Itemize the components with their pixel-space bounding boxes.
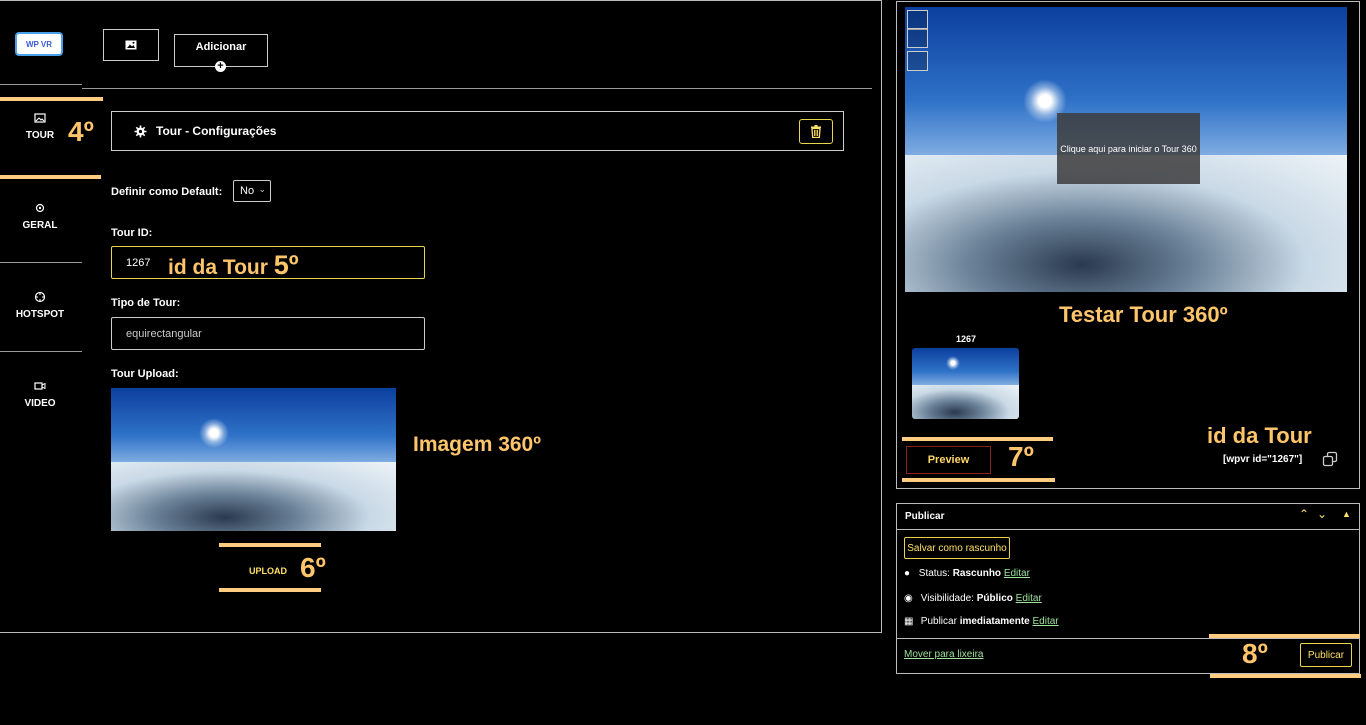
highlight-bar <box>902 478 1055 482</box>
annotation-id-tour-right: id da Tour <box>1207 423 1312 448</box>
tour-type-value: equirectangular <box>126 327 202 340</box>
sidebar-item-geral[interactable]: GERAL <box>0 202 80 231</box>
status-row: ● Status: Rascunho Editar <box>904 568 1030 579</box>
save-draft-button[interactable]: Salvar como rascunho <box>904 537 1010 559</box>
sidebar-item-label: TOUR <box>25 130 55 141</box>
wpvr-logo: WP VR <box>15 32 63 56</box>
tour-image <box>111 388 396 531</box>
upload-label: Tour Upload: <box>111 368 179 380</box>
calendar-icon: ▦ <box>904 616 914 627</box>
publish-divider <box>897 638 1359 639</box>
video-icon <box>34 382 46 390</box>
tour-type-label: Tipo de Tour: <box>111 297 181 309</box>
crosshair-icon <box>34 291 46 303</box>
schedule-row: ▦ Publicar imediatamente Editar <box>904 616 1059 627</box>
annotation-id-tour: id da Tour 5º <box>168 250 299 281</box>
default-select[interactable]: No ⌄ <box>233 180 271 202</box>
pano-sun <box>946 356 960 370</box>
pin-icon: ● <box>904 568 911 579</box>
annotation-6: 6º <box>300 552 326 583</box>
highlight-bar <box>1210 674 1361 678</box>
tour-id-value: 1267 <box>126 256 151 269</box>
tour-id-label: Tour ID: <box>111 227 153 239</box>
pano-sky <box>912 348 1019 388</box>
status-value: Rascunho <box>952 568 1002 579</box>
annotation-7: 7º <box>1008 441 1034 472</box>
shortcode: [wpvr id="1267"] <box>1223 454 1303 465</box>
default-select-value: No <box>240 185 255 197</box>
gear-icon <box>134 125 147 138</box>
highlight-bar <box>219 543 321 547</box>
settings-title: Tour - Configurações <box>156 124 277 138</box>
pano-sky <box>111 388 396 467</box>
edit-visibility-link[interactable]: Editar <box>1016 593 1042 604</box>
trash-icon <box>811 125 821 138</box>
visibility-label: Visibilidade: <box>920 593 974 604</box>
image-tab-button[interactable] <box>103 29 159 61</box>
highlight-bar <box>219 588 321 592</box>
sidebar-item-label: HOTSPOT <box>15 309 65 320</box>
add-button[interactable]: Adicionar + <box>174 34 268 72</box>
collapse-icon[interactable]: ▲ <box>1342 509 1351 519</box>
eye-icon: ◉ <box>904 593 913 604</box>
image-icon <box>34 113 46 123</box>
annotation-4: 4º <box>68 116 94 147</box>
sidebar-divider <box>0 262 82 263</box>
chevron-down-icon[interactable]: ⌄ <box>1317 507 1327 521</box>
publish-panel-title: Publicar <box>905 511 945 522</box>
sidebar-divider <box>0 84 82 85</box>
pano-ice <box>912 384 1019 419</box>
image-icon <box>125 40 137 50</box>
upload-button[interactable]: UPLOAD <box>249 566 287 576</box>
annotation-8: 8º <box>1242 638 1268 669</box>
logo-text: WP VR <box>25 39 53 49</box>
tour-type-input[interactable]: equirectangular <box>111 317 425 350</box>
schedule-label: Publicar <box>920 616 957 627</box>
status-label: Status: <box>918 568 950 579</box>
highlight-bar <box>0 175 101 179</box>
move-to-trash-link[interactable]: Mover para lixeira <box>904 649 983 660</box>
start-tour-overlay[interactable]: Clique aqui para iniciar o Tour 360 <box>1057 113 1200 184</box>
edit-schedule-link[interactable]: Editar <box>1033 616 1059 627</box>
copy-icon[interactable] <box>1322 451 1338 467</box>
sidebar-item-label: VIDEO <box>24 398 56 409</box>
pano-ice <box>111 462 396 531</box>
visibility-value: Público <box>976 593 1013 604</box>
edit-status-link[interactable]: Editar <box>1004 568 1030 579</box>
fullscreen-control[interactable] <box>907 10 928 30</box>
pano-sun <box>199 418 229 448</box>
delete-button[interactable] <box>799 119 833 144</box>
gear-icon <box>35 203 45 213</box>
publish-button[interactable]: Publicar <box>1300 643 1352 667</box>
header-divider <box>82 88 872 89</box>
annotation-imagem: Imagem 360º <box>413 433 541 456</box>
sidebar-item-hotspot[interactable]: HOTSPOT <box>0 291 80 320</box>
zoom-in-control[interactable] <box>907 28 928 48</box>
chevron-down-icon: ⌄ <box>258 184 266 194</box>
annotation-text: id da Tour <box>168 256 268 279</box>
default-label: Definir como Default: <box>111 186 223 198</box>
annotation-testar: Testar Tour 360º <box>1059 302 1228 327</box>
zoom-out-control[interactable] <box>907 51 928 71</box>
sidebar-item-video[interactable]: VIDEO <box>0 380 80 409</box>
thumbnail[interactable] <box>912 348 1019 419</box>
add-button-label: Adicionar <box>195 41 247 53</box>
chevron-up-icon[interactable]: ⌃ <box>1299 507 1309 521</box>
thumb-id: 1267 <box>956 334 977 344</box>
plus-circle-icon: + <box>215 61 226 72</box>
preview-button[interactable]: Preview <box>906 446 991 474</box>
highlight-bar <box>0 97 103 101</box>
sidebar-divider <box>0 351 82 352</box>
annotation-number: 5º <box>273 250 299 280</box>
visibility-row: ◉ Visibilidade: Público Editar <box>904 593 1042 604</box>
schedule-value: imediatamente <box>959 616 1030 627</box>
sidebar-item-label: GERAL <box>22 220 58 231</box>
publish-divider <box>897 529 1359 530</box>
settings-header: Tour - Configurações <box>111 111 844 151</box>
